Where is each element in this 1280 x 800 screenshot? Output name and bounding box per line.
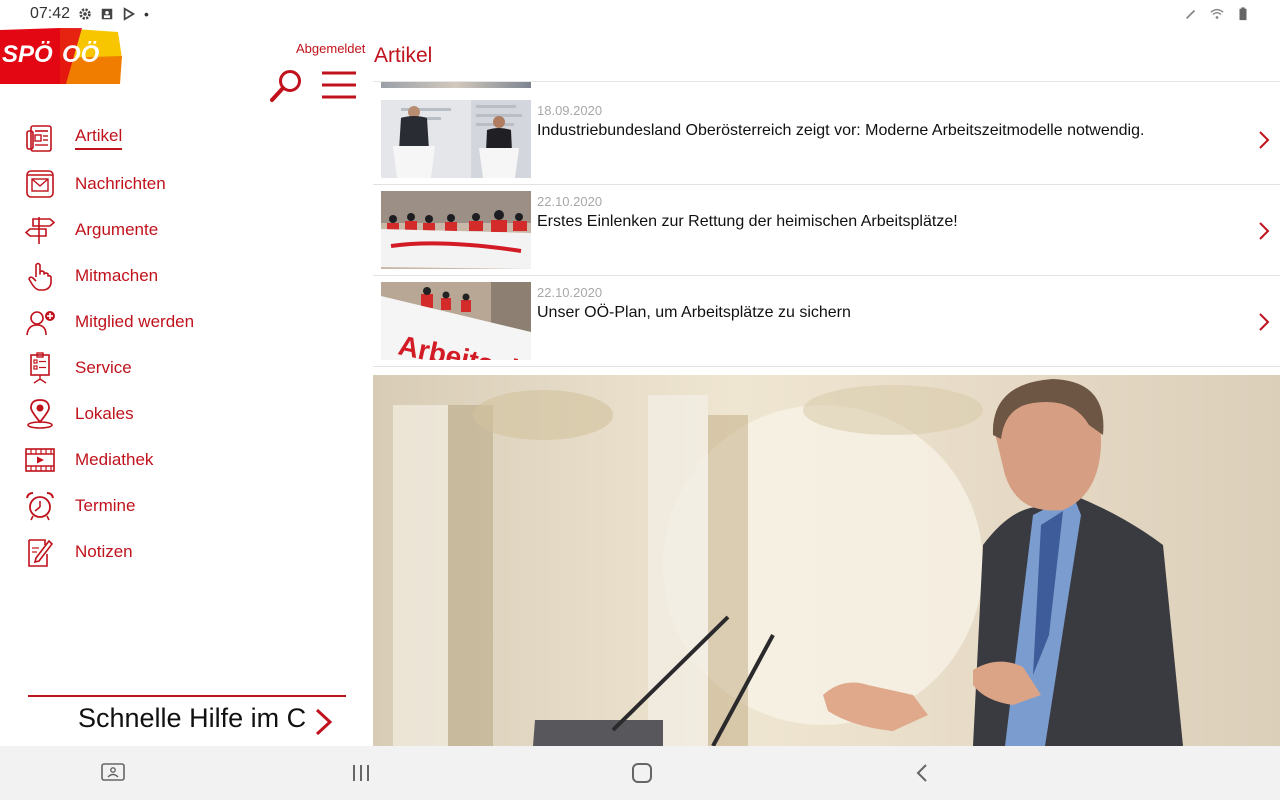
notes-icon [28,539,54,567]
sidebar-item-label: Lokales [75,404,134,423]
article-thumbnail [381,100,531,178]
article-title: Unser OÖ-Plan, um Arbeitsplätze zu siche… [537,304,851,321]
home-icon[interactable] [630,762,654,784]
article-date: 22.10.2020 [537,194,603,209]
sidebar-item-nachrichten[interactable]: Nachrichten [0,164,373,204]
dot-icon: • [144,6,149,22]
play-store-icon [123,7,136,21]
sidebar-item-label: Service [75,358,132,377]
quick-help-label: Schnelle Hilfe im C [78,703,307,733]
chevron-right-icon [315,708,333,736]
status-bar: 07:42 • [0,0,1280,28]
sidebar: SPÖ OÖ Abgemeldet Artikel Nachrichten Ar… [0,28,373,746]
envelope-icon [26,170,54,198]
article-date: 22.10.2020 [537,285,603,300]
article-title: Industriebundesland Oberösterreich zeigt… [537,122,1145,139]
hand-pointer-icon [28,262,52,291]
map-pin-icon [27,399,53,429]
article-item[interactable]: 22.10.2020 Erstes Einlenken zur Rettung … [373,185,1280,276]
article-thumbnail: Arbeitsplätze [381,282,531,360]
chevron-right-icon [1259,313,1270,331]
screen-keyboard-icon[interactable] [101,762,125,784]
article-thumbnail [381,191,531,269]
sidebar-item-termine[interactable]: Termine [0,486,373,526]
back-icon[interactable] [910,762,934,784]
chevron-right-icon [1259,222,1270,240]
clipboard-icon [30,352,50,384]
sidebar-item-label: Termine [75,496,136,515]
recent-apps-icon[interactable] [349,762,373,784]
svg-text:OÖ: OÖ [62,41,100,68]
article-icon [26,125,52,152]
sidebar-item-mitglied-werden[interactable]: Mitglied werden [0,302,373,342]
article-item[interactable]: 18.09.2020 Industriebundesland Oberöster… [373,94,1280,185]
sidebar-item-label: Notizen [75,542,133,561]
sidebar-item-lokales[interactable]: Lokales [0,394,373,434]
sidebar-item-artikel[interactable]: Artikel [0,118,373,158]
article-item[interactable]: Arbeitsplätze 22.10.2020 Unser OÖ-Plan, … [373,276,1280,367]
spo-ooe-logo[interactable]: SPÖ OÖ [0,28,122,84]
wifi-icon [1210,8,1224,19]
search-icon[interactable] [268,68,304,104]
sidebar-item-mitmachen[interactable]: Mitmachen [0,256,373,296]
sidebar-item-mediathek[interactable]: Mediathek [0,440,373,480]
settings-icon [79,8,91,20]
add-member-icon [26,311,55,336]
main-content: Artikel 18.09.2020 Industriebundesland O… [373,28,1280,746]
sidebar-item-argumente[interactable]: Argumente [0,210,373,250]
hamburger-menu-icon[interactable] [320,70,358,100]
alarm-clock-icon [26,492,54,521]
sidebar-item-label: Nachrichten [75,174,166,193]
clock: 07:42 [30,5,71,22]
hero-image[interactable] [373,375,1280,746]
sidebar-item-service[interactable]: Service [0,348,373,388]
photo-notification-icon [101,8,113,20]
sidebar-item-label: Mediathek [75,450,154,469]
chevron-right-icon [1259,131,1270,149]
article-date: 18.09.2020 [537,103,603,118]
battery-icon [1239,7,1247,21]
sidebar-item-label: Mitglied werden [75,312,195,331]
sidebar-item-label: Artikel [75,126,123,150]
stylus-icon [1186,9,1196,19]
sidebar-item-label: Mitmachen [75,266,159,285]
system-nav-bar [0,746,1280,800]
article-thumbnail-partial[interactable] [381,82,531,88]
svg-text:SPÖ: SPÖ [2,41,53,68]
login-status: Abgemeldet [296,41,366,56]
quick-help-button[interactable]: Schnelle Hilfe im C [28,695,346,747]
film-icon [25,448,55,472]
sidebar-item-notizen[interactable]: Notizen [0,532,373,572]
article-title: Erstes Einlenken zur Rettung der heimisc… [537,213,958,230]
sidebar-item-label: Argumente [75,220,159,239]
page-title: Artikel [374,44,433,67]
signpost-icon [24,217,56,244]
